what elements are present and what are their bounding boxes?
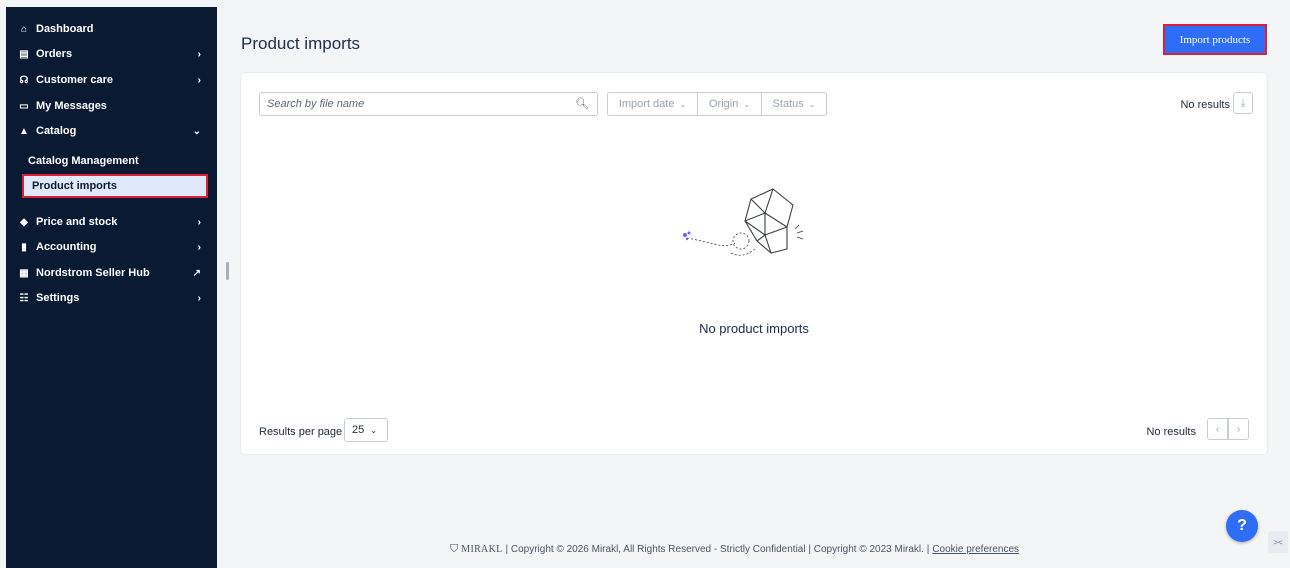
filter-origin[interactable]: Origin ⌄ xyxy=(697,92,762,116)
results-count: No results xyxy=(1180,99,1230,111)
search-icon[interactable]: 🔍︎ xyxy=(575,97,589,110)
chevron-right-icon: › xyxy=(197,48,201,60)
expand-icon: >< xyxy=(1273,537,1283,547)
chevron-right-icon: › xyxy=(197,292,201,304)
sidebar-item-nordstrom-seller-hub[interactable]: ▦ Nordstrom Seller Hub ↗ xyxy=(6,260,217,286)
next-page-button[interactable]: › xyxy=(1228,418,1249,440)
sidebar-subitem-catalog-management[interactable]: Catalog Management xyxy=(20,149,206,173)
sidebar-item-label: Dashboard xyxy=(36,23,94,35)
search-input[interactable] xyxy=(267,98,567,110)
shapes-icon: ▲ xyxy=(19,125,29,137)
chevron-left-icon: ‹ xyxy=(1215,423,1220,435)
sidebar-item-label: Price and stock xyxy=(36,216,118,228)
import-products-button[interactable]: Import products xyxy=(1163,24,1267,55)
pagination-results-count: No results xyxy=(1146,426,1196,438)
mirakl-logo-icon: ⛉ xyxy=(450,543,459,555)
sidebar-resize-handle[interactable] xyxy=(226,262,229,280)
grid-icon: ▦ xyxy=(19,267,29,279)
footer: ⛉ MIRAKL | Copyright © 2026 Mirakl, All … xyxy=(450,543,1019,556)
download-icon: ⤓ xyxy=(1240,97,1246,109)
footer-brand: MIRAKL xyxy=(461,544,503,555)
filter-label: Import date xyxy=(618,98,675,110)
footer-copyright: | Copyright © 2026 Mirakl, All Rights Re… xyxy=(505,544,930,555)
sidebar: ⌂ Dashboard ▤ Orders › ☊ Customer care ›… xyxy=(6,7,217,568)
sidebar-item-label: Accounting xyxy=(36,241,97,253)
sidebar-item-label: My Messages xyxy=(36,100,107,112)
filter-label: Origin xyxy=(708,98,739,110)
sidebar-item-my-messages[interactable]: ▭ My Messages xyxy=(6,93,217,119)
chevron-right-icon: › xyxy=(197,216,201,228)
chevron-down-icon: ⌄ xyxy=(192,125,201,137)
previous-page-button[interactable]: ‹ xyxy=(1207,418,1228,440)
chevron-down-icon: ⌄ xyxy=(679,99,687,109)
sidebar-item-label: Nordstrom Seller Hub xyxy=(36,267,150,279)
sidebar-item-price-and-stock[interactable]: ◆ Price and stock › xyxy=(6,209,217,235)
sidebar-item-label: Settings xyxy=(36,292,80,304)
download-button[interactable]: ⤓ xyxy=(1233,92,1253,114)
home-icon: ⌂ xyxy=(20,23,28,35)
chevron-down-icon: ⌄ xyxy=(808,99,816,109)
sidebar-item-label: Catalog xyxy=(36,125,77,137)
page-title: Product imports xyxy=(241,34,361,53)
sliders-icon: ☷ xyxy=(19,292,29,304)
sidebar-item-label: Customer care xyxy=(36,74,114,86)
help-chat-button[interactable]: ? xyxy=(1226,510,1258,542)
sidebar-item-customer-care[interactable]: ☊ Customer care › xyxy=(6,67,217,93)
chevron-down-icon: ⌄ xyxy=(743,99,751,109)
filter-status[interactable]: Status ⌄ xyxy=(761,92,827,116)
filter-import-date[interactable]: Import date ⌄ xyxy=(607,92,698,116)
sidebar-item-orders[interactable]: ▤ Orders › xyxy=(6,41,217,67)
cookie-preferences-link[interactable]: Cookie preferences xyxy=(932,544,1019,555)
sidebar-item-catalog[interactable]: ▲ Catalog ⌄ xyxy=(6,118,217,144)
results-per-page-select[interactable]: 25 ⌄ xyxy=(344,418,388,442)
sidebar-item-dashboard[interactable]: ⌂ Dashboard xyxy=(6,16,217,42)
headset-icon: ☊ xyxy=(19,74,29,86)
chevron-right-icon: › xyxy=(197,241,201,253)
sidebar-item-label: Product imports xyxy=(32,180,117,192)
message-icon: ▭ xyxy=(19,100,29,112)
collapse-tab[interactable]: >< xyxy=(1268,531,1288,553)
sidebar-item-label: Catalog Management xyxy=(28,155,139,167)
results-per-page-label: Results per page xyxy=(259,426,343,438)
clipboard-icon: ▤ xyxy=(19,48,29,60)
chevron-right-icon: › xyxy=(1236,423,1241,435)
document-icon: ▮ xyxy=(21,241,27,253)
sidebar-subitem-product-imports[interactable]: Product imports xyxy=(22,174,208,198)
empty-state-message: No product imports xyxy=(699,321,809,336)
search-field[interactable]: 🔍︎ xyxy=(259,92,598,116)
sidebar-item-settings[interactable]: ☷ Settings › xyxy=(6,285,217,311)
help-icon: ? xyxy=(1237,517,1247,534)
tag-icon: ◆ xyxy=(20,216,28,228)
imports-card: 🔍︎ Import date ⌄ Origin ⌄ Status ⌄ No resul… xyxy=(241,73,1267,454)
sidebar-item-label: Orders xyxy=(36,48,73,60)
chevron-down-icon: ⌄ xyxy=(370,425,377,435)
sidebar-item-accounting[interactable]: ▮ Accounting › xyxy=(6,234,217,260)
per-page-value: 25 xyxy=(352,424,365,436)
external-link-icon: ↗ xyxy=(192,267,201,279)
empty-box-illustration xyxy=(683,188,804,256)
filter-label: Status xyxy=(772,98,804,110)
chevron-right-icon: › xyxy=(197,74,201,86)
